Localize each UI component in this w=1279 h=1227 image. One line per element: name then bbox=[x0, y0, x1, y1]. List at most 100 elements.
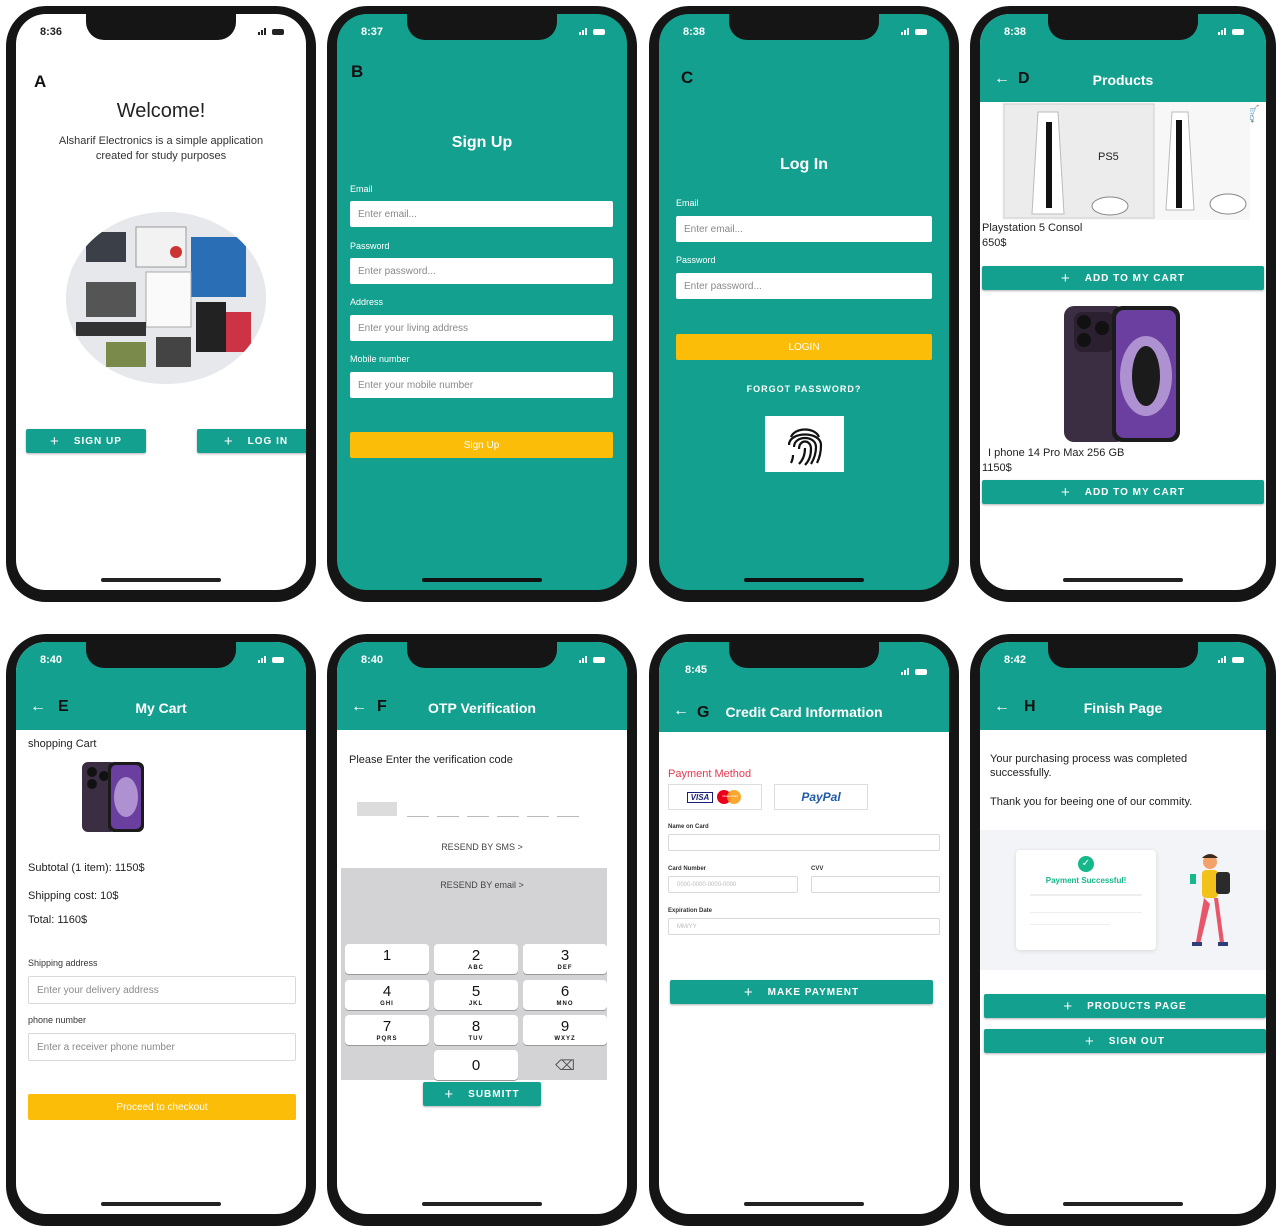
key-digit: 1 bbox=[382, 947, 392, 964]
password-label: Password bbox=[350, 241, 390, 251]
sign-up-label: SIGN UP bbox=[73, 435, 122, 447]
key-digit: 2 bbox=[471, 947, 481, 964]
name-on-card-field[interactable] bbox=[668, 834, 940, 851]
sign-up-button[interactable]: + SIGN UP bbox=[26, 429, 146, 453]
key-letters: PQRS bbox=[376, 1036, 398, 1042]
status-icons bbox=[579, 28, 605, 35]
key-digit: 9 bbox=[560, 1018, 570, 1035]
status-time: 8:40 bbox=[361, 654, 384, 666]
email-label: Email bbox=[350, 184, 373, 194]
key-digit: 7 bbox=[382, 1018, 392, 1035]
keypad-key-7[interactable]: 7 PQRS bbox=[345, 1015, 429, 1045]
otp-code-input[interactable] bbox=[357, 800, 597, 820]
phone-d-products: 8:38 ← D Products 🛒 PS5 Playstation 5 Co… bbox=[970, 6, 1276, 602]
expiration-date-label: Expiration Date bbox=[668, 908, 713, 914]
fingerprint-icon[interactable] bbox=[765, 416, 844, 472]
key-letters: GHI bbox=[380, 1001, 394, 1007]
phone-g-credit-card: 8:45 ← G Credit Card Information Payment… bbox=[649, 634, 959, 1226]
forgot-password-link[interactable]: FORGOT PASSWORD? bbox=[659, 384, 949, 394]
login-button[interactable]: LOGIN bbox=[676, 334, 932, 360]
product-price: 1150$ bbox=[982, 462, 1012, 474]
password-field[interactable]: Enter password... bbox=[350, 258, 613, 284]
keypad-key-1[interactable]: 1 bbox=[345, 944, 429, 974]
resend-sms-link[interactable]: RESEND BY SMS > bbox=[337, 842, 627, 852]
status-icons bbox=[579, 656, 605, 663]
mastercard-label: MasterCard bbox=[722, 794, 739, 798]
key-digit: 0 bbox=[471, 1057, 481, 1074]
delivery-address-field[interactable]: Enter your delivery address bbox=[28, 976, 296, 1004]
log-in-title: Log In bbox=[780, 156, 828, 173]
sign-out-button[interactable]: + SIGN OUT bbox=[984, 1029, 1266, 1053]
status-time: 8:37 bbox=[361, 26, 384, 38]
add-to-cart-button[interactable]: + ADD TO MY CART bbox=[982, 266, 1264, 290]
otp-screen: 8:40 ← F OTP Verification Please Enter t… bbox=[337, 642, 627, 1214]
visa-logo: VISA bbox=[686, 791, 714, 803]
verification-instruction: Please Enter the verification code bbox=[349, 754, 513, 766]
notch bbox=[1048, 642, 1198, 668]
keypad-key-5[interactable]: 5 JKL bbox=[434, 980, 518, 1010]
home-indicator bbox=[1063, 1202, 1183, 1206]
home-indicator bbox=[1063, 578, 1183, 582]
make-payment-button[interactable]: + MAKE PAYMENT bbox=[670, 980, 933, 1004]
iphone-image bbox=[1062, 304, 1186, 446]
notch bbox=[407, 14, 557, 40]
cvv-field[interactable] bbox=[811, 876, 940, 893]
keypad-key-3[interactable]: 3 DEF bbox=[523, 944, 607, 974]
keypad-key-6[interactable]: 6 MNO bbox=[523, 980, 607, 1010]
notch bbox=[86, 642, 236, 668]
keypad-key-4[interactable]: 4 GHI bbox=[345, 980, 429, 1010]
submit-button[interactable]: + SUBMITT bbox=[423, 1082, 541, 1106]
keypad-key-9[interactable]: 9 WXYZ bbox=[523, 1015, 607, 1045]
shipping-address-label: Shipping address bbox=[28, 958, 98, 968]
submit-label: SUBMITT bbox=[468, 1088, 520, 1100]
receipt-card: ✓ Payment Successful! bbox=[1016, 850, 1156, 950]
address-field[interactable]: Enter your living address bbox=[350, 315, 613, 341]
keypad-key-8[interactable]: 8 TUV bbox=[434, 1015, 518, 1045]
phone-e-my-cart: 8:40 ← E My Cart shopping Cart Subtotal … bbox=[6, 634, 316, 1226]
signal-icon bbox=[901, 28, 909, 35]
battery-icon bbox=[272, 657, 284, 663]
name-on-card-label: Name on Card bbox=[668, 824, 709, 830]
key-letters: ABC bbox=[468, 965, 484, 971]
credit-card-title: Credit Card Information bbox=[725, 704, 883, 720]
signal-icon bbox=[258, 656, 266, 663]
status-time: 8:45 bbox=[685, 664, 708, 676]
receipt-lines bbox=[1030, 924, 1110, 925]
finish-title: Finish Page bbox=[1083, 700, 1163, 716]
keypad-key-0[interactable]: 0 bbox=[434, 1050, 518, 1080]
log-in-button[interactable]: + LOG IN bbox=[197, 429, 306, 453]
status-icons bbox=[258, 656, 284, 663]
paypal-option[interactable]: PayPal bbox=[774, 784, 868, 810]
receiver-phone-field[interactable]: Enter a receiver phone number bbox=[28, 1033, 296, 1061]
expiration-date-field[interactable]: MM/YY bbox=[668, 918, 940, 935]
keypad-key-2[interactable]: 2 ABC bbox=[434, 944, 518, 974]
proceed-to-checkout-button[interactable]: Proceed to checkout bbox=[28, 1094, 296, 1120]
resend-email-link[interactable]: RESEND BY email > bbox=[337, 880, 627, 890]
password-field[interactable]: Enter password... bbox=[676, 273, 932, 299]
mobile-field[interactable]: Enter your mobile number bbox=[350, 372, 613, 398]
key-letters: JKL bbox=[468, 1001, 484, 1007]
plus-icon: + bbox=[1060, 483, 1071, 501]
visa-mastercard-option[interactable]: VISA MasterCard bbox=[668, 784, 762, 810]
status-icons bbox=[1218, 656, 1244, 663]
backspace-icon[interactable]: ⌫ bbox=[523, 1050, 607, 1080]
welcome-screen: 8:36 A Welcome! Alsharif Electronics is … bbox=[16, 14, 306, 590]
notch bbox=[729, 14, 879, 40]
phone-h-finish: 8:42 ← H Finish Page Your purchasing pro… bbox=[970, 634, 1276, 1226]
email-field[interactable]: Enter email... bbox=[350, 201, 613, 227]
welcome-description: Alsharif Electronics is a simple applica… bbox=[58, 135, 264, 162]
payment-successful-text: Payment Successful! bbox=[1045, 876, 1127, 885]
phone-f-otp: 8:40 ← F OTP Verification Please Enter t… bbox=[327, 634, 637, 1226]
cart-item-image bbox=[80, 760, 146, 834]
products-page-button[interactable]: + PRODUCTS PAGE bbox=[984, 994, 1266, 1018]
subtotal-text: Subtotal (1 item): 1150$ bbox=[28, 862, 145, 874]
battery-icon bbox=[593, 657, 605, 663]
email-field[interactable]: Enter email... bbox=[676, 216, 932, 242]
sign-up-submit-button[interactable]: Sign Up bbox=[350, 432, 613, 458]
plus-icon: + bbox=[743, 983, 754, 1001]
home-indicator bbox=[101, 578, 221, 582]
add-to-cart-button[interactable]: + ADD TO MY CART bbox=[982, 480, 1264, 504]
status-time: 8:38 bbox=[683, 26, 706, 38]
address-label: Address bbox=[350, 297, 384, 307]
card-number-field[interactable]: 0000-0000-0000-0000 bbox=[668, 876, 798, 893]
